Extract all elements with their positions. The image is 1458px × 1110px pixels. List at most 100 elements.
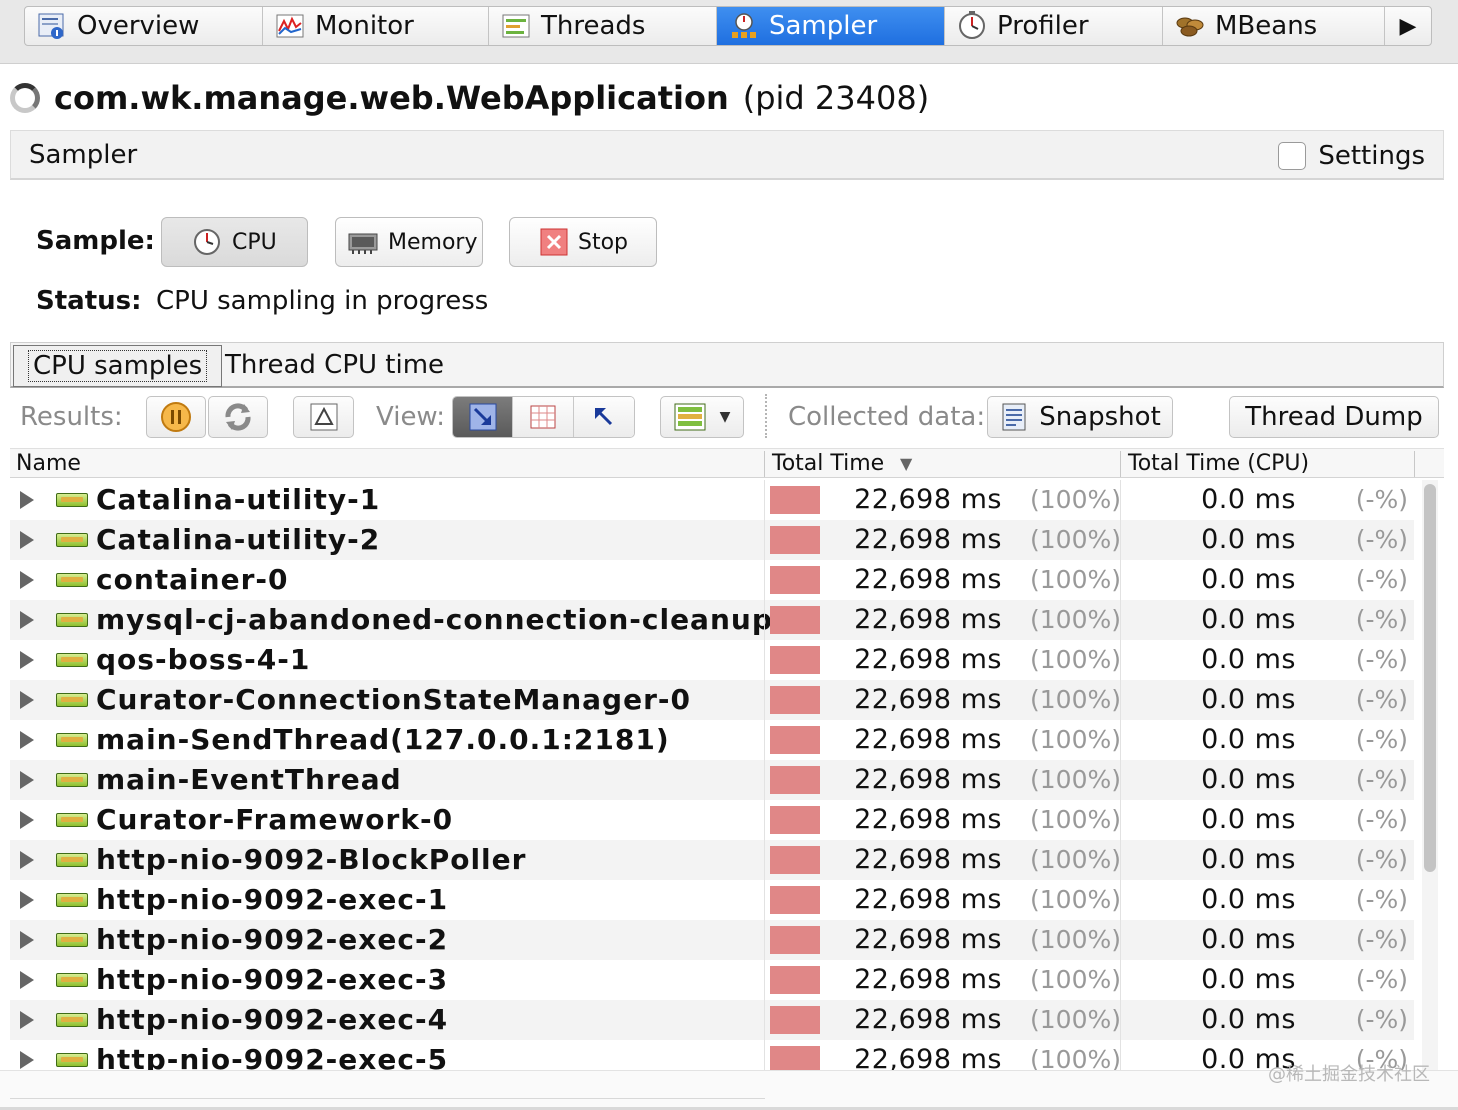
column-gridline bbox=[764, 480, 765, 1070]
expand-arrow-icon[interactable] bbox=[20, 731, 34, 749]
view-hot-spots-button[interactable] bbox=[513, 397, 574, 437]
tab-cpu-samples-label: CPU samples bbox=[28, 350, 208, 382]
column-chooser-dropdown[interactable]: ▼ bbox=[660, 396, 744, 438]
table-row[interactable]: Catalina-utility-1 22,698 ms (100%) 0.0 ms (… bbox=[10, 480, 1414, 520]
column-gridline bbox=[1120, 480, 1121, 1070]
table-row[interactable]: main-SendThread(127.0.0.1:2181) 22,698 ms… bbox=[10, 720, 1414, 760]
snapshot-button[interactable]: Snapshot bbox=[987, 396, 1173, 438]
expand-arrow-icon[interactable] bbox=[20, 691, 34, 709]
view-reverse-calls-button[interactable] bbox=[573, 397, 634, 437]
thread-name: Catalina-utility-1 bbox=[96, 483, 381, 516]
pause-button[interactable] bbox=[146, 396, 206, 438]
threads-icon bbox=[502, 14, 530, 38]
thread-icon bbox=[56, 573, 88, 587]
tab-threads[interactable]: Threads bbox=[489, 7, 717, 45]
total-time-percent: (100%) bbox=[1030, 525, 1121, 554]
table-row[interactable]: main-EventThread 22,698 ms (100%) 0.0 ms (-%… bbox=[10, 760, 1414, 800]
threads-table-body: Catalina-utility-1 22,698 ms (100%) 0.0 ms (… bbox=[10, 480, 1414, 1070]
snapshot-button-label: Snapshot bbox=[1039, 402, 1161, 432]
column-divider[interactable] bbox=[1120, 451, 1121, 477]
thread-dump-button[interactable]: Thread Dump bbox=[1229, 396, 1439, 438]
table-row[interactable]: http-nio-9092-exec-1 22,698 ms (100%) 0.0 m… bbox=[10, 880, 1414, 920]
expand-arrow-icon[interactable] bbox=[20, 1051, 34, 1069]
total-time-percent: (100%) bbox=[1030, 645, 1121, 674]
delta-icon bbox=[310, 403, 337, 431]
thread-name: main-EventThread bbox=[96, 763, 402, 796]
total-time-percent: (100%) bbox=[1030, 605, 1121, 634]
cpu-time-value: 0.0 ms bbox=[1201, 964, 1296, 995]
sample-cpu-button[interactable]: CPU bbox=[161, 217, 308, 267]
table-row[interactable]: qos-boss-4-1 22,698 ms (100%) 0.0 ms (-%) bbox=[10, 640, 1414, 680]
thread-icon bbox=[56, 853, 88, 867]
cpu-time-value: 0.0 ms bbox=[1201, 724, 1296, 755]
total-time-bar bbox=[770, 886, 820, 914]
table-row[interactable]: http-nio-9092-exec-5 22,698 ms (100%) 0.0 m… bbox=[10, 1040, 1414, 1070]
table-row[interactable]: http-nio-9092-exec-3 22,698 ms (100%) 0.0 m… bbox=[10, 960, 1414, 1000]
total-time-bar bbox=[770, 686, 820, 714]
table-row[interactable]: http-nio-9092-BlockPoller 22,698 ms (100%)… bbox=[10, 840, 1414, 880]
tab-profiler[interactable]: Profiler bbox=[945, 7, 1163, 45]
table-row[interactable]: Catalina-utility-2 22,698 ms (100%) 0.0 ms (… bbox=[10, 520, 1414, 560]
thread-icon bbox=[56, 1013, 88, 1027]
expand-arrow-icon[interactable] bbox=[20, 1011, 34, 1029]
settings-toggle[interactable]: Settings bbox=[1278, 141, 1425, 171]
sample-stop-button[interactable]: Stop bbox=[509, 217, 657, 267]
expand-arrow-icon[interactable] bbox=[20, 531, 34, 549]
column-header-total-time[interactable]: Total Time bbox=[772, 451, 884, 476]
sampler-icon bbox=[732, 13, 756, 38]
table-row[interactable]: mysql-cj-abandoned-connection-cleanup 22,… bbox=[10, 600, 1414, 640]
expand-arrow-icon[interactable] bbox=[20, 491, 34, 509]
total-time-value: 22,698 ms bbox=[854, 644, 1002, 675]
horizontal-scrollbar[interactable] bbox=[10, 1071, 765, 1099]
tab-thread-cpu-time-label: Thread CPU time bbox=[225, 350, 445, 380]
cpu-clock-icon bbox=[194, 229, 220, 255]
total-time-bar bbox=[770, 966, 820, 994]
table-row[interactable]: container-0 22,698 ms (100%) 0.0 ms (-%) bbox=[10, 560, 1414, 600]
expand-arrow-icon[interactable] bbox=[20, 811, 34, 829]
toolbar-separator bbox=[765, 394, 767, 438]
cpu-time-percent: (-%) bbox=[1355, 765, 1408, 794]
tab-monitor[interactable]: Monitor bbox=[263, 7, 489, 45]
expand-arrow-icon[interactable] bbox=[20, 931, 34, 949]
tab-thread-cpu-time[interactable]: Thread CPU time bbox=[211, 343, 458, 387]
view-forward-calls-button[interactable] bbox=[453, 397, 514, 437]
tab-overview[interactable]: Overview bbox=[25, 7, 263, 45]
refresh-button[interactable] bbox=[208, 396, 268, 438]
sample-memory-button[interactable]: Memory bbox=[335, 217, 483, 267]
scrollbar-thumb[interactable] bbox=[1424, 484, 1436, 872]
column-divider[interactable] bbox=[1414, 451, 1415, 477]
thread-name: http-nio-9092-BlockPoller bbox=[96, 843, 527, 876]
settings-checkbox[interactable] bbox=[1278, 142, 1307, 170]
total-time-value: 22,698 ms bbox=[854, 844, 1002, 875]
vertical-scrollbar[interactable] bbox=[1422, 480, 1438, 1070]
tab-scroll-right-button[interactable]: ▶ bbox=[1385, 7, 1431, 45]
tab-cpu-samples[interactable]: CPU samples bbox=[13, 345, 223, 387]
delta-button[interactable] bbox=[293, 396, 354, 438]
results-label: Results: bbox=[20, 402, 123, 432]
expand-arrow-icon[interactable] bbox=[20, 851, 34, 869]
tab-mbeans[interactable]: MBeans bbox=[1163, 7, 1385, 45]
thread-icon bbox=[56, 973, 88, 987]
expand-arrow-icon[interactable] bbox=[20, 651, 34, 669]
cpu-time-value: 0.0 ms bbox=[1201, 484, 1296, 515]
tab-sampler[interactable]: Sampler bbox=[717, 7, 945, 45]
expand-arrow-icon[interactable] bbox=[20, 971, 34, 989]
cpu-time-value: 0.0 ms bbox=[1201, 844, 1296, 875]
expand-arrow-icon[interactable] bbox=[20, 611, 34, 629]
table-row[interactable]: http-nio-9092-exec-4 22,698 ms (100%) 0.0 m… bbox=[10, 1000, 1414, 1040]
cpu-time-percent: (-%) bbox=[1355, 725, 1408, 754]
expand-arrow-icon[interactable] bbox=[20, 891, 34, 909]
table-row[interactable]: http-nio-9092-exec-2 22,698 ms (100%) 0.0 m… bbox=[10, 920, 1414, 960]
column-header-name[interactable]: Name bbox=[16, 451, 81, 476]
expand-arrow-icon[interactable] bbox=[20, 771, 34, 789]
total-time-bar bbox=[770, 806, 820, 834]
thread-icon bbox=[56, 1053, 88, 1067]
expand-arrow-icon[interactable] bbox=[20, 571, 34, 589]
column-header-total-time-cpu[interactable]: Total Time (CPU) bbox=[1128, 451, 1309, 476]
thread-icon bbox=[56, 773, 88, 787]
cpu-time-percent: (-%) bbox=[1355, 885, 1408, 914]
table-row[interactable]: Curator-ConnectionStateManager-0 22,698 m… bbox=[10, 680, 1414, 720]
view-label: View: bbox=[376, 402, 446, 432]
table-row[interactable]: Curator-Framework-0 22,698 ms (100%) 0.0 ms… bbox=[10, 800, 1414, 840]
column-divider[interactable] bbox=[764, 451, 765, 477]
